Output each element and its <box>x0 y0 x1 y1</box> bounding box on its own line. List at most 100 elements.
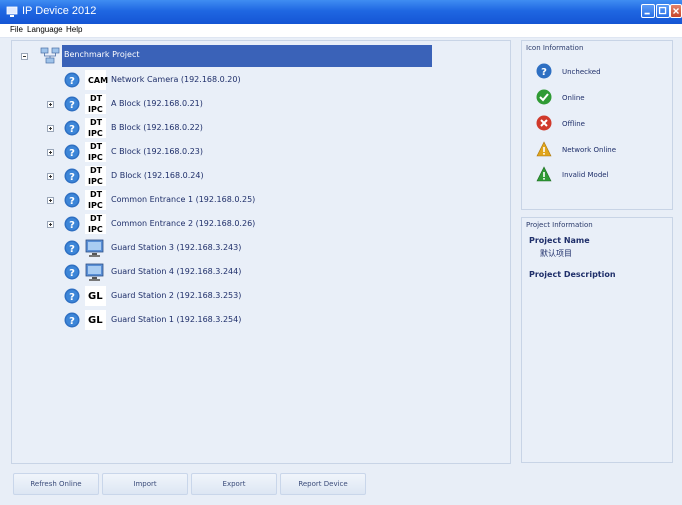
svg-text:?: ? <box>69 76 75 87</box>
offline-icon <box>536 115 552 131</box>
unchecked-icon: ? <box>64 96 80 112</box>
icon-info-title: Icon Information <box>526 44 584 52</box>
unchecked-icon: ? <box>64 288 80 304</box>
unchecked-icon: ? <box>536 63 552 79</box>
device-label: C Block (192.168.0.23) <box>111 147 203 156</box>
expand-toggle[interactable] <box>47 149 54 156</box>
dt-ipc-device-icon: DT IPC <box>85 118 106 138</box>
device-label: Guard Station 1 (192.168.3.254) <box>111 315 242 324</box>
svg-text:?: ? <box>541 67 547 78</box>
tree-root-row[interactable]: Benchmark Project <box>12 42 432 68</box>
maximize-icon <box>658 6 667 15</box>
unchecked-icon: ? <box>64 312 80 328</box>
unchecked-icon: ? <box>64 72 80 88</box>
project-description-label: Project Description <box>529 270 616 279</box>
legend-label: Invalid Model <box>562 171 609 179</box>
close-button[interactable] <box>670 4 682 18</box>
network-project-icon <box>40 47 60 64</box>
dt-ipc-device-icon: DT IPC <box>85 214 106 234</box>
tree-device-row[interactable]: ? DT IPC C Block (192.168.0.23) <box>12 141 492 163</box>
app-icon <box>6 6 18 17</box>
invalid-model-icon <box>536 166 552 182</box>
minimize-icon <box>644 12 650 15</box>
tree-device-row[interactable]: ? DT IPC B Block (192.168.0.22) <box>12 117 492 139</box>
legend-row: Network Online <box>536 141 676 159</box>
menu-language[interactable]: Language <box>27 25 63 34</box>
project-root-label: Benchmark Project <box>64 50 140 59</box>
legend-row: Invalid Model <box>536 166 676 184</box>
report-device-button[interactable]: Report Device <box>280 473 366 495</box>
device-tree[interactable]: Benchmark Project ? CAM Network Camera (19… <box>11 40 511 464</box>
online-icon <box>536 89 552 105</box>
project-information-panel: Project Information Project Name 默认项目 Pr… <box>521 217 673 463</box>
device-label: D Block (192.168.0.24) <box>111 171 204 180</box>
menu-file[interactable]: File <box>10 25 23 34</box>
window-title: IP Device 2012 <box>22 5 97 17</box>
unchecked-icon: ? <box>64 240 80 256</box>
expand-toggle[interactable] <box>47 125 54 132</box>
unchecked-icon: ? <box>64 120 80 136</box>
icon-information-panel: Icon Information ? Unchecked Online Offline… <box>521 40 673 210</box>
unchecked-icon: ? <box>64 168 80 184</box>
device-label: Network Camera (192.168.0.20) <box>111 75 241 84</box>
device-label: Guard Station 2 (192.168.3.253) <box>111 291 242 300</box>
legend-row: Online <box>536 89 676 107</box>
device-label: Guard Station 4 (192.168.3.244) <box>111 267 242 276</box>
unchecked-icon: ? <box>64 144 80 160</box>
menu-help[interactable]: Help <box>66 25 82 34</box>
device-label: A Block (192.168.0.21) <box>111 99 203 108</box>
gl-device-icon: GL <box>85 310 106 330</box>
legend-label: Online <box>562 94 585 102</box>
tree-device-row[interactable]: ? GL Guard Station 2 (192.168.3.253) <box>12 285 492 307</box>
svg-text:?: ? <box>69 124 75 135</box>
menu-bar: File Language Help <box>0 24 682 38</box>
network-online-icon <box>536 141 552 157</box>
device-label: Guard Station 3 (192.168.3.243) <box>111 243 242 252</box>
tree-device-row[interactable]: ? DT IPC Common Entrance 1 (192.168.0.25) <box>12 189 492 211</box>
expand-toggle[interactable] <box>47 173 54 180</box>
svg-text:?: ? <box>69 292 75 303</box>
minimize-button[interactable] <box>641 4 655 18</box>
legend-row: ? Unchecked <box>536 63 676 81</box>
device-label: B Block (192.168.0.22) <box>111 123 203 132</box>
unchecked-icon: ? <box>64 216 80 232</box>
svg-text:?: ? <box>69 220 75 231</box>
legend-label: Network Online <box>562 146 617 154</box>
unchecked-icon: ? <box>64 192 80 208</box>
project-name-label: Project Name <box>529 236 590 245</box>
project-name-value: 默认项目 <box>540 249 572 258</box>
tree-device-row[interactable]: ? DT IPC D Block (192.168.0.24) <box>12 165 492 187</box>
monitor-icon <box>85 239 104 257</box>
monitor-icon <box>85 263 104 281</box>
unchecked-icon: ? <box>64 264 80 280</box>
svg-text:?: ? <box>69 196 75 207</box>
svg-text:?: ? <box>69 148 75 159</box>
expand-toggle[interactable] <box>47 221 54 228</box>
expand-toggle[interactable] <box>47 197 54 204</box>
refresh-online-button[interactable]: Refresh Online <box>13 473 99 495</box>
device-label: Common Entrance 1 (192.168.0.25) <box>111 195 256 204</box>
tree-device-row[interactable]: ? DT IPC A Block (192.168.0.21) <box>12 93 492 115</box>
title-bar: IP Device 2012 <box>0 0 682 24</box>
dt-ipc-device-icon: DT IPC <box>85 190 106 210</box>
dt-ipc-device-icon: DT IPC <box>85 94 106 114</box>
project-info-title: Project Information <box>526 221 593 229</box>
tree-device-row[interactable]: ? DT IPC Common Entrance 2 (192.168.0.26) <box>12 213 492 235</box>
collapse-toggle[interactable] <box>21 53 28 60</box>
maximize-button[interactable] <box>656 4 670 18</box>
expand-toggle[interactable] <box>47 101 54 108</box>
tree-device-row[interactable]: ? Guard Station 3 (192.168.3.243) <box>12 237 492 259</box>
gl-device-icon: GL <box>85 286 106 306</box>
import-button[interactable]: Import <box>102 473 188 495</box>
close-icon <box>673 8 679 14</box>
dt-ipc-device-icon: DT IPC <box>85 166 106 186</box>
legend-label: Offline <box>562 120 585 128</box>
tree-device-row[interactable]: ? GL Guard Station 1 (192.168.3.254) <box>12 309 492 331</box>
export-button[interactable]: Export <box>191 473 277 495</box>
dt-ipc-device-icon: DT IPC <box>85 142 106 162</box>
tree-device-row[interactable]: ? Guard Station 4 (192.168.3.244) <box>12 261 492 283</box>
legend-row: Offline <box>536 115 676 133</box>
camera-device-icon: CAM <box>85 70 108 90</box>
svg-text:?: ? <box>69 268 75 279</box>
tree-device-row[interactable]: ? CAM Network Camera (192.168.0.20) <box>12 69 492 91</box>
